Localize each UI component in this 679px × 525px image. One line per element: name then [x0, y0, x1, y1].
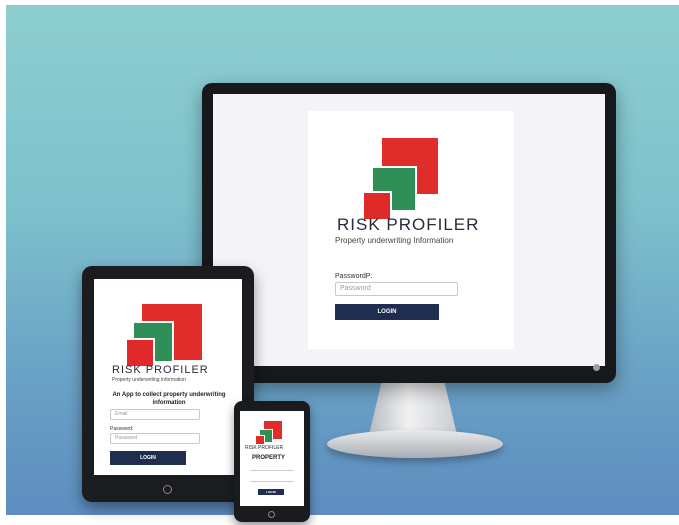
email-input[interactable]: Email: [110, 409, 200, 420]
login-button[interactable]: LOGIN: [110, 451, 186, 465]
power-icon: [593, 364, 600, 371]
password-input[interactable]: Password: [110, 433, 200, 444]
app-brand-name: RISK PROFILER: [245, 445, 284, 451]
login-button[interactable]: LOGIN: [258, 489, 284, 495]
password-input[interactable]: Password: [335, 282, 458, 296]
tablet-device: RISK PROFILER Property underwriting Info…: [82, 266, 254, 502]
login-button[interactable]: LOGIN: [335, 304, 439, 320]
bottom-margin: [0, 515, 679, 525]
home-button-icon: [163, 485, 172, 494]
left-margin: [0, 0, 6, 525]
password-label: PasswordP:: [335, 273, 373, 280]
app-heading: An App to collect property underwriting …: [112, 392, 226, 406]
password-input[interactable]: [250, 477, 294, 482]
app-tagline: Property underwriting Information: [335, 236, 454, 245]
logo-red-small-icon: [255, 435, 265, 445]
app-brand-name: RISK PROFILER: [112, 364, 209, 376]
monitor-stand-base: [327, 430, 503, 458]
desktop-monitor: RISK PROFILER Property underwriting Info…: [202, 83, 616, 383]
tablet-screen: RISK PROFILER Property underwriting Info…: [94, 279, 242, 475]
app-brand-name: RISK PROFILER: [337, 215, 480, 234]
top-margin: [0, 0, 679, 5]
monitor-stand-neck: [369, 383, 457, 435]
app-tagline: Property underwriting Information: [112, 377, 186, 383]
phone-device: RISK PROFILER PROPERTY LOGIN: [234, 401, 310, 522]
login-card: RISK PROFILER Property underwriting Info…: [308, 111, 514, 349]
email-input[interactable]: [250, 466, 294, 471]
app-heading: PROPERTY: [252, 455, 286, 461]
devices-scene: RISK PROFILER Property underwriting Info…: [0, 0, 679, 525]
phone-screen: RISK PROFILER PROPERTY LOGIN: [240, 411, 304, 506]
password-label: Password:: [110, 426, 134, 432]
monitor-screen: RISK PROFILER Property underwriting Info…: [213, 94, 605, 366]
home-button-icon: [268, 511, 275, 518]
